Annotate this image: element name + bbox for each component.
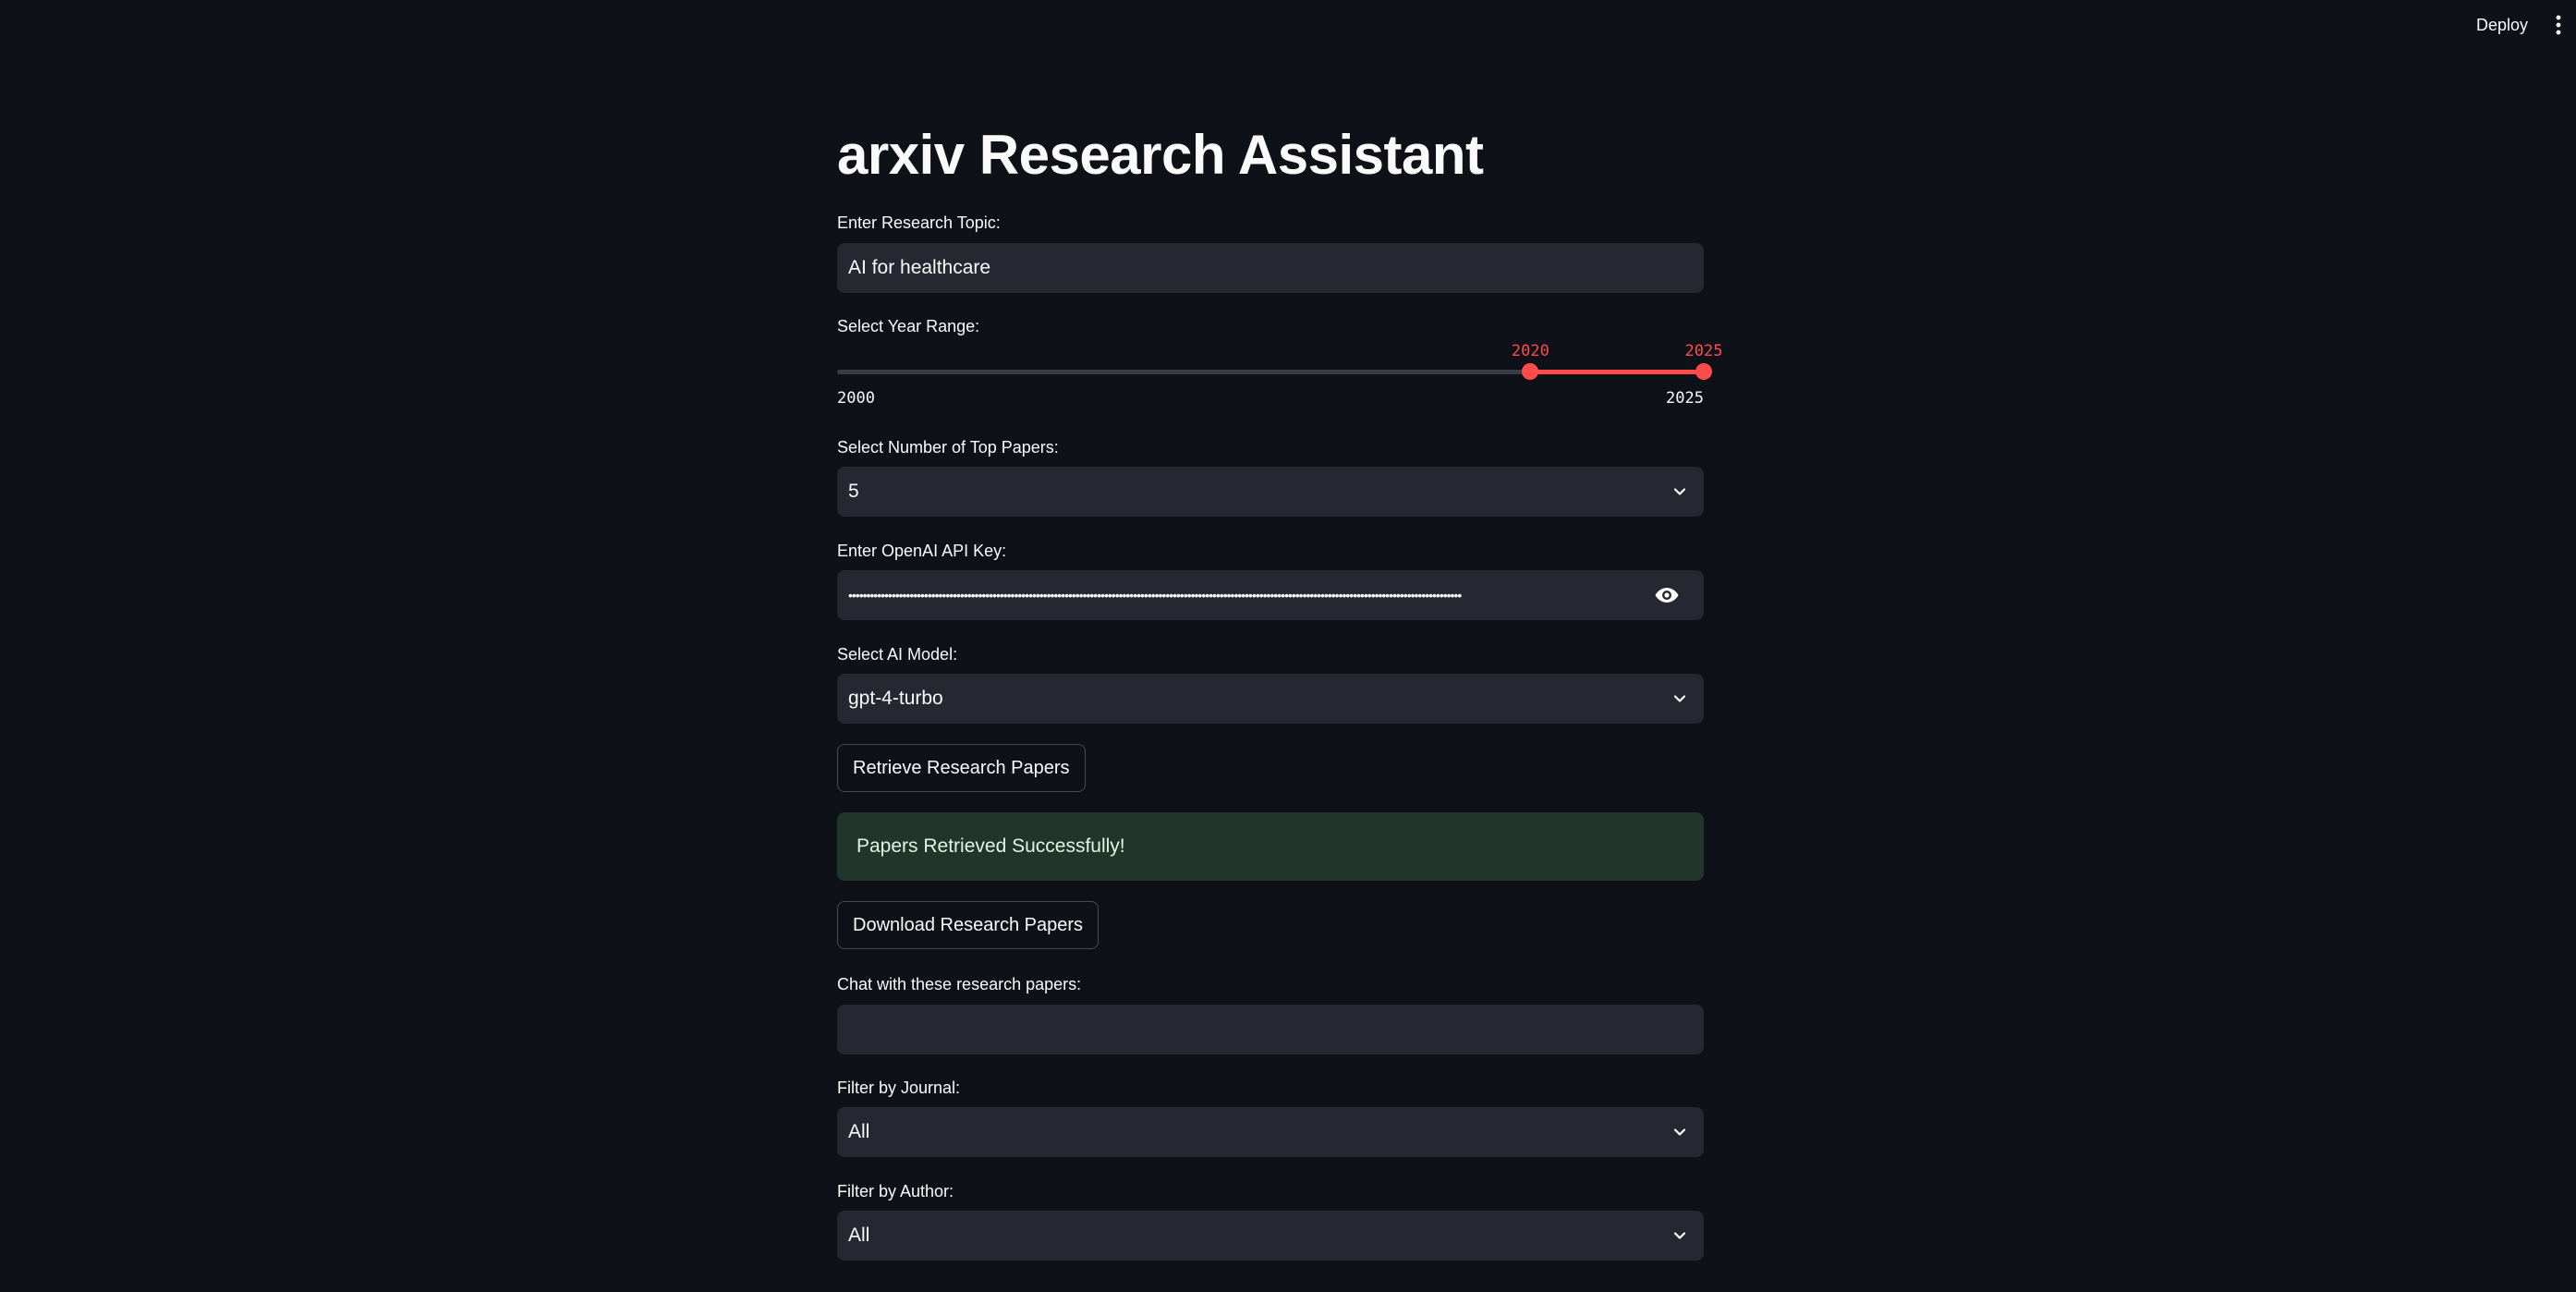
year-range-high-handle[interactable] — [1695, 363, 1712, 380]
api-key-label: Enter OpenAI API Key: — [837, 542, 1007, 560]
topic-label: Enter Research Topic: — [837, 213, 1001, 232]
year-range-selected — [1530, 370, 1704, 374]
year-range-low-handle[interactable] — [1522, 363, 1539, 380]
retrieve-papers-button[interactable]: Retrieve Research Papers — [837, 744, 1086, 792]
top-papers-select[interactable]: 5 — [837, 467, 1704, 517]
model-label: Select AI Model: — [837, 645, 958, 664]
journal-filter-value: All — [848, 1121, 870, 1142]
journal-filter-label: Filter by Journal: — [837, 1079, 961, 1097]
author-filter-select[interactable]: All — [837, 1211, 1704, 1261]
success-alert-text: Papers Retrieved Successfully! — [857, 835, 1125, 857]
top-papers-value: 5 — [848, 481, 859, 502]
year-range-low-value: 2020 — [1511, 342, 1549, 360]
author-filter-label: Filter by Author: — [837, 1182, 954, 1201]
api-key-masked-value: ••••••••••••••••••••••••••••••••••••••••… — [848, 588, 1462, 603]
chat-input[interactable] — [837, 1005, 1704, 1054]
author-filter-value: All — [848, 1225, 870, 1246]
topic-input[interactable]: AI for healthcare — [837, 243, 1704, 293]
eye-icon[interactable] — [1654, 585, 1680, 605]
chevron-down-icon — [1673, 488, 1686, 495]
download-papers-button[interactable]: Download Research Papers — [837, 901, 1100, 949]
year-range-min-label: 2000 — [837, 389, 875, 408]
more-vertical-icon[interactable] — [2545, 11, 2572, 39]
chevron-down-icon — [1673, 1128, 1686, 1136]
year-range-max-label: 2025 — [1666, 389, 1704, 408]
api-key-input[interactable]: ••••••••••••••••••••••••••••••••••••••••… — [837, 570, 1704, 620]
success-alert: Papers Retrieved Successfully! — [837, 812, 1704, 881]
top-papers-label: Select Number of Top Papers: — [837, 438, 1059, 457]
page-title: arxiv Research Assistant — [837, 124, 1484, 186]
journal-filter-select[interactable]: All — [837, 1107, 1704, 1157]
model-select[interactable]: gpt-4-turbo — [837, 674, 1704, 724]
chevron-down-icon — [1673, 1232, 1686, 1239]
year-range-label: Select Year Range: — [837, 317, 980, 335]
year-range-high-value: 2025 — [1684, 342, 1723, 360]
deploy-button[interactable]: Deploy — [2465, 11, 2539, 39]
model-value: gpt-4-turbo — [848, 688, 943, 709]
chevron-down-icon — [1673, 695, 1686, 702]
chat-label: Chat with these research papers: — [837, 975, 1082, 993]
topic-input-value: AI for healthcare — [848, 257, 991, 278]
top-bar: Deploy — [0, 0, 2576, 55]
